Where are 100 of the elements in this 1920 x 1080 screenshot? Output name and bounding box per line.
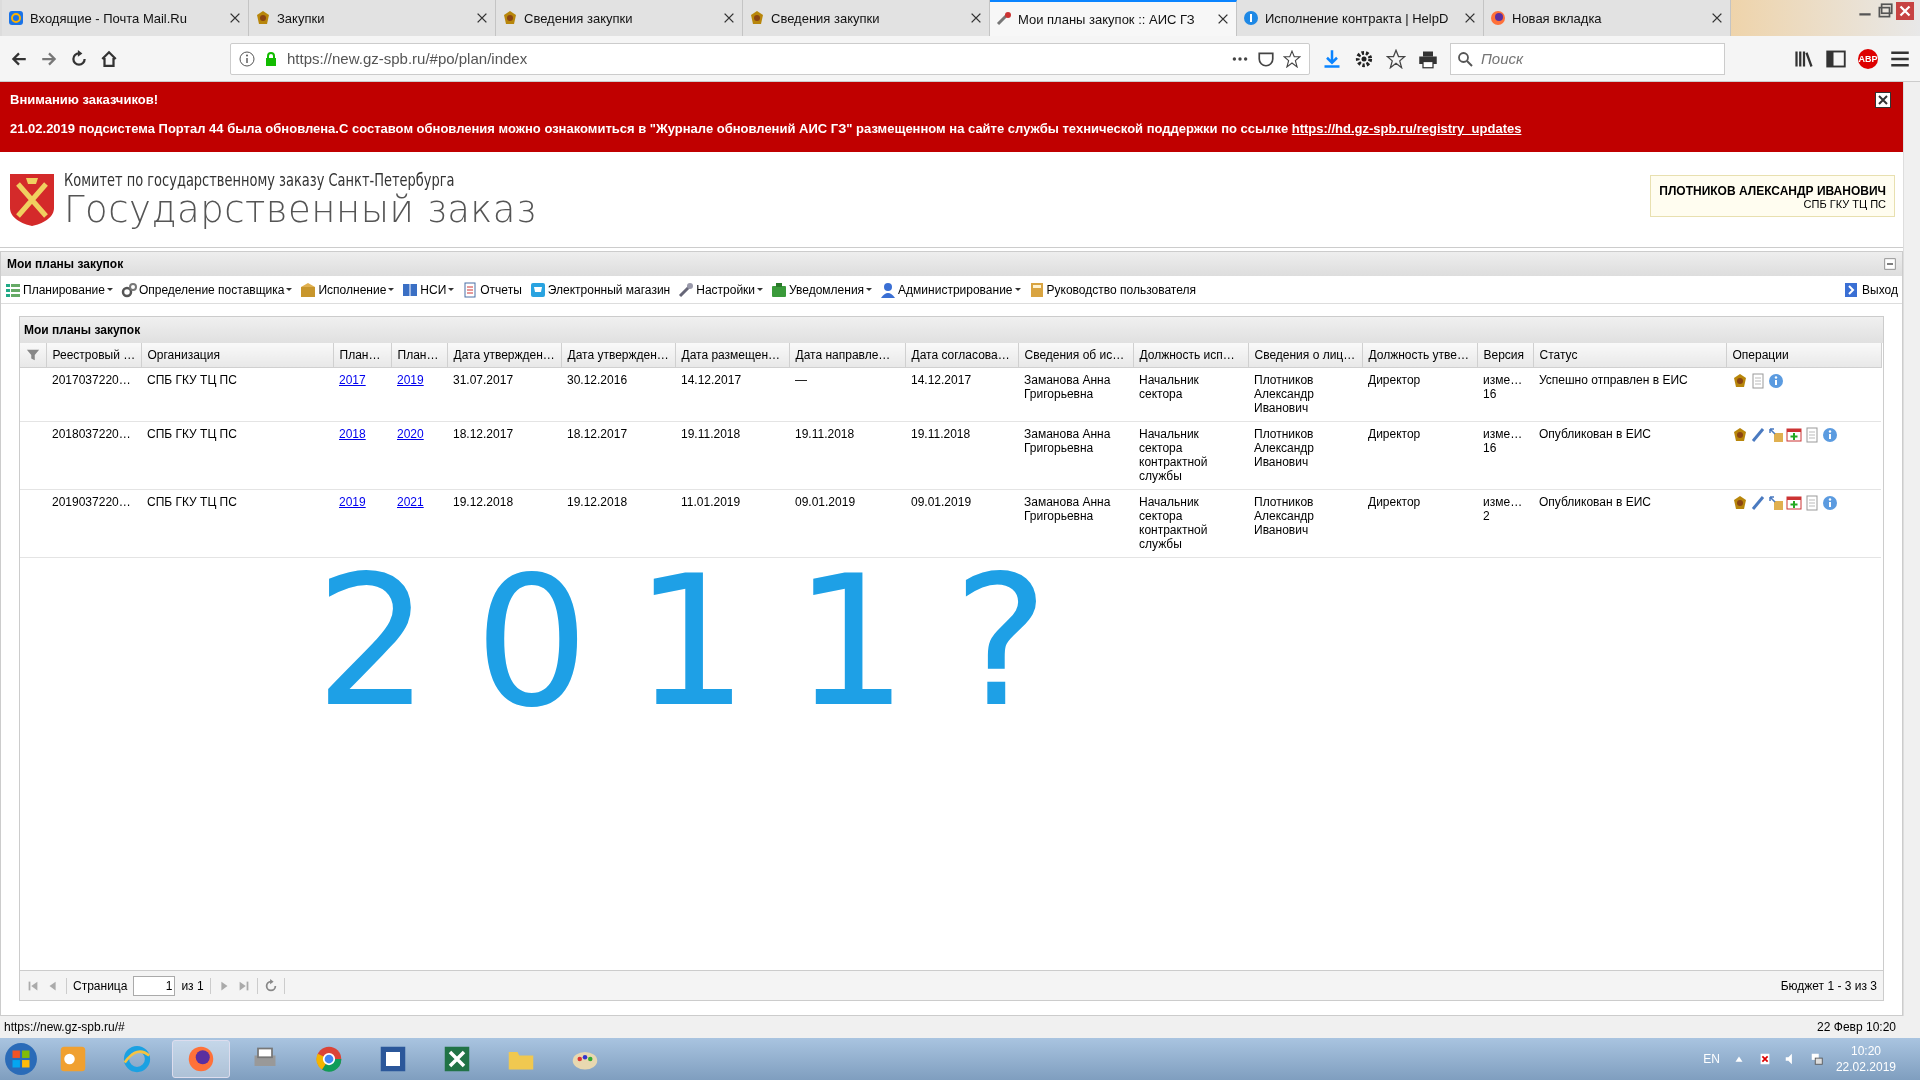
clock-time: 10:20 (1849, 1043, 1882, 1059)
sidebar-icon[interactable] (1826, 48, 1846, 69)
browser-tab[interactable]: Сведения закупки (496, 0, 743, 36)
column-header[interactable]: Дата направле… (789, 343, 905, 367)
taskbar-app[interactable] (172, 1040, 230, 1078)
menu-item[interactable]: Исполнение (300, 281, 395, 298)
close-icon[interactable] (1463, 11, 1477, 25)
fox-icon (1490, 10, 1506, 26)
close-icon[interactable] (969, 11, 983, 25)
clock-date: 22.02.2019 (1835, 1059, 1896, 1075)
wrench-icon (678, 281, 695, 298)
search-icon (1457, 50, 1473, 67)
browser-tab[interactable]: Исполнение контракта | HelpD (1237, 0, 1484, 36)
emblem-icon[interactable] (1732, 426, 1748, 443)
search-field[interactable]: Поиск (1479, 49, 1699, 68)
column-header[interactable]: Сведения об ис… (1018, 343, 1133, 367)
plan-link[interactable]: 2019 (339, 494, 366, 509)
column-header[interactable]: Статус (1533, 343, 1726, 367)
document-arrow-icon[interactable] (1768, 494, 1784, 511)
start-icon[interactable] (4, 1042, 38, 1076)
star-icon[interactable] (1283, 49, 1301, 68)
column-header[interactable]: Сведения о лиц… (1248, 343, 1362, 367)
column-header[interactable]: Дата утвержден… (447, 343, 561, 367)
restore-icon[interactable] (1876, 2, 1894, 20)
column-header[interactable]: Дата утвержден… (561, 343, 675, 367)
column-header[interactable]: Дата размещен… (675, 343, 789, 367)
close-icon[interactable] (1710, 11, 1724, 25)
browser-tab[interactable]: Новая вкладка (1484, 0, 1731, 36)
spreadsheet-icon (443, 1045, 471, 1073)
browser-tab[interactable]: Входящие - Почта Mail.Ru (2, 0, 249, 36)
table-add-icon[interactable] (1786, 494, 1802, 511)
pencil-icon[interactable] (1750, 494, 1766, 511)
close-icon[interactable] (228, 11, 242, 25)
filter-header[interactable] (20, 343, 46, 367)
emblem-icon[interactable] (1732, 372, 1748, 389)
help-icon (1243, 10, 1259, 26)
menu-item[interactable]: НСИ (402, 281, 455, 298)
column-header[interactable]: Операции (1726, 343, 1881, 367)
emblem-icon (749, 10, 765, 26)
menu-item[interactable]: Руководство пользователя (1028, 281, 1196, 298)
menu-item[interactable]: Уведомления (771, 281, 873, 298)
column-header[interactable]: Организация (141, 343, 333, 367)
collapse-icon[interactable] (1884, 258, 1896, 270)
table-cell: Заманова Анна Григорьевна (1018, 489, 1133, 557)
plan-link[interactable]: 2019 (397, 372, 424, 387)
browser-tab[interactable]: Мои планы закупок :: АИС ГЗ (990, 0, 1237, 36)
info-icon[interactable] (1768, 372, 1784, 389)
document-arrow-icon[interactable] (1768, 426, 1784, 443)
star-icon[interactable] (1386, 48, 1406, 69)
download-icon[interactable] (1322, 48, 1342, 69)
network-icon[interactable] (1809, 1052, 1824, 1066)
system-title: Государственный заказ (64, 189, 537, 230)
table-add-icon[interactable] (1786, 426, 1802, 443)
menu-item[interactable]: Настройки (678, 281, 764, 298)
column-header[interactable]: Реестровый … (46, 343, 141, 367)
plan-link[interactable]: 2021 (397, 494, 424, 509)
column-header[interactable]: Дата согласова… (905, 343, 1018, 367)
adblock-badge[interactable]: ABP (1858, 48, 1878, 69)
table-cell: Заманова Анна Григорьевна (1018, 367, 1133, 421)
table-cell: 19.11.2018 (675, 421, 789, 489)
home-icon[interactable] (100, 49, 118, 68)
record-summary: Бюджет 1 - 3 из 3 (1780, 978, 1877, 993)
menu-item[interactable]: Администрирование (880, 281, 1021, 298)
close-icon[interactable] (722, 11, 736, 25)
menu-item[interactable]: Планирование (5, 281, 113, 298)
column-header[interactable]: План… (333, 343, 391, 367)
menu-item[interactable]: Отчеты (462, 281, 522, 298)
plan-link[interactable]: 2020 (397, 426, 424, 441)
close-icon[interactable] (1216, 12, 1230, 26)
table-cell: изме… 16 (1477, 367, 1533, 421)
page-field[interactable]: 1 (133, 975, 176, 996)
close-icon[interactable] (1875, 92, 1891, 108)
column-header[interactable]: Должность утве… (1362, 343, 1477, 367)
settings-icon[interactable] (1354, 48, 1374, 69)
browser-tab[interactable]: Закупки (249, 0, 496, 36)
column-header[interactable]: Версия (1477, 343, 1533, 367)
search-box[interactable]: Поиск (1450, 42, 1725, 75)
info-icon[interactable] (1822, 494, 1838, 511)
logout-link[interactable]: Выход (1843, 281, 1898, 298)
address-bar[interactable]: https://new.gz-spb.ru/#po/plan/index (230, 42, 1310, 75)
tab-title: Исполнение контракта | HelpD (1265, 10, 1450, 26)
column-header[interactable]: Должность исп… (1133, 343, 1248, 367)
info-icon[interactable] (239, 50, 255, 67)
info-icon[interactable] (1822, 426, 1838, 443)
table-cell: 19.12.2018 (447, 489, 561, 557)
close-icon[interactable] (475, 11, 489, 25)
refresh-icon[interactable] (263, 978, 278, 993)
table-cell: 2017037220… (46, 367, 141, 421)
updates-link[interactable]: https://hd.gz-spb.ru/registry_updates (1291, 121, 1522, 136)
plan-link[interactable]: 2018 (339, 426, 366, 441)
emblem-icon[interactable] (1732, 494, 1748, 511)
table-cell: 18.12.2017 (447, 421, 561, 489)
menu-item[interactable]: Электронный магазин (529, 281, 671, 298)
reload-icon[interactable] (70, 49, 88, 68)
plan-link[interactable]: 2017 (339, 372, 366, 387)
pencil-icon[interactable] (1750, 426, 1766, 443)
column-header[interactable]: План… (391, 343, 447, 367)
scrollbar[interactable] (1903, 82, 1920, 1016)
menu-item[interactable]: Определение поставщика (120, 281, 293, 298)
exit-icon (1843, 281, 1860, 298)
